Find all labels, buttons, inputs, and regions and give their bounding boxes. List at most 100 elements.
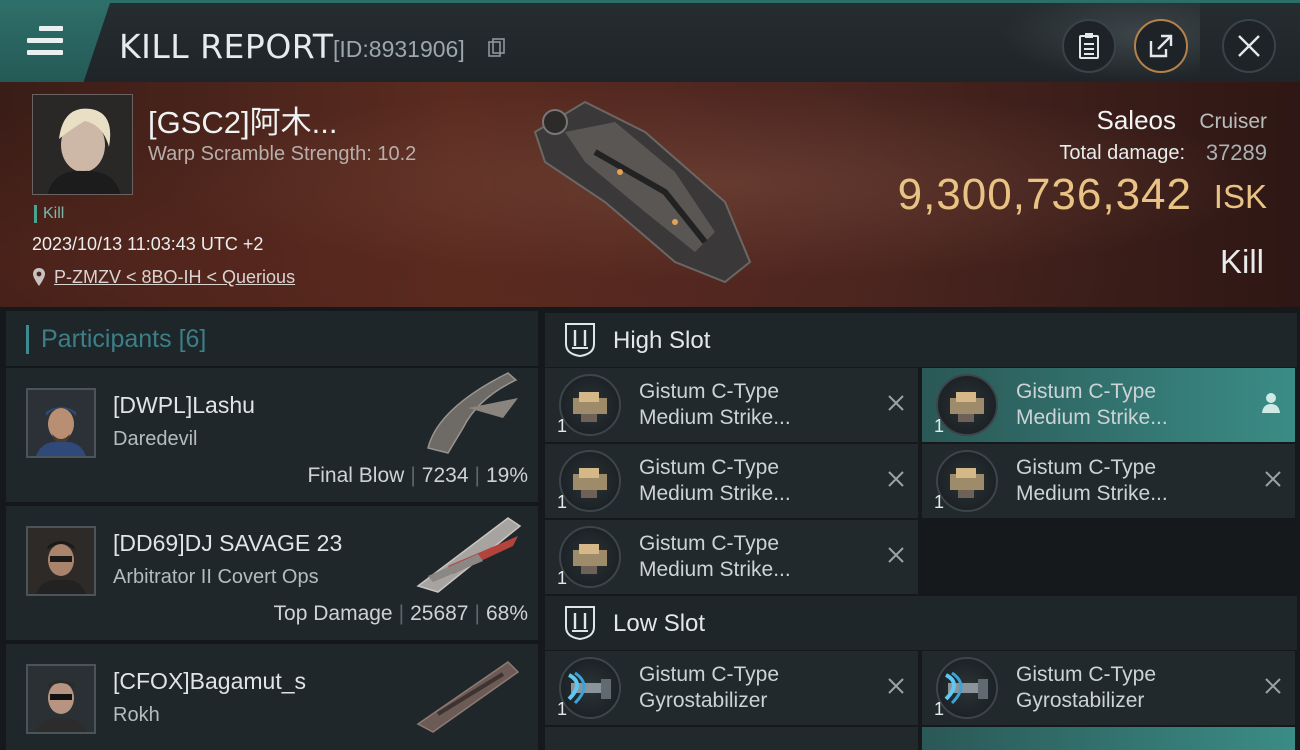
avatar-image: [33, 95, 132, 194]
participants-title: Participants [6]: [26, 325, 206, 354]
participant-ship-image: [416, 517, 522, 593]
avatar: ★: [26, 526, 96, 596]
participant-stats: Final Blow | 7234 | 19%: [307, 464, 528, 487]
module-item[interactable]: [545, 727, 918, 750]
module-name-line1: Gistum C-Type: [1016, 663, 1157, 686]
participants-panel: Participants [6] [DWPL]Lashu Daredevil F…: [6, 311, 538, 750]
participant-name: [DD69]DJ SAVAGE 23: [113, 530, 343, 556]
share-icon: [1149, 34, 1173, 58]
location-link[interactable]: P-ZMZV < 8BO-IH < Querious: [54, 267, 295, 288]
module-quantity: 1: [934, 492, 945, 512]
close-icon: [1238, 35, 1260, 57]
victim-name: [GSC2]阿木...: [148, 105, 338, 140]
module-name-line2: Gyrostabilizer: [1016, 689, 1145, 712]
share-button[interactable]: [1134, 19, 1188, 73]
destroyed-icon: [888, 395, 904, 411]
participant-ship: Daredevil: [113, 428, 198, 450]
module-name-line1: Gistum C-Type: [1016, 456, 1157, 479]
total-damage-value: 37289: [1205, 140, 1267, 165]
destroyed-icon: [1265, 678, 1281, 694]
module-icon: [936, 374, 998, 436]
total-damage-label: Total damage:: [1059, 142, 1185, 164]
destroyed-icon: [888, 678, 904, 694]
module-icon: [559, 450, 621, 512]
module-item[interactable]: 1 Gistum C-Type Medium Strike...: [545, 444, 918, 518]
menu-button[interactable]: [0, 3, 110, 82]
participant-name: [DWPL]Lashu: [113, 392, 255, 418]
module-quantity: 1: [934, 699, 945, 719]
fitting-panel: High Slot 1 Gistum C-Type Medium Strike.…: [545, 311, 1300, 750]
participant-ship: Rokh: [113, 704, 160, 726]
module-icon: [559, 657, 621, 719]
module-quantity: 1: [557, 416, 568, 436]
participant-ship: Arbitrator II Covert Ops: [113, 566, 319, 588]
module-item[interactable]: 1 Gistum C-Type Medium Strike...: [922, 444, 1295, 518]
clipboard-button[interactable]: [1062, 19, 1116, 73]
participant-stat-label: Top Damage: [273, 602, 393, 625]
location-pin-icon: [33, 268, 45, 286]
module-name-line1: Gistum C-Type: [639, 380, 780, 403]
copy-icon[interactable]: [488, 38, 506, 58]
victim-portrait[interactable]: [32, 94, 133, 195]
kill-tag: Kill: [34, 205, 64, 223]
module-item[interactable]: [922, 727, 1295, 750]
isk-unit: ISK: [1213, 178, 1267, 215]
participant-name: [CFOX]Bagamut_s: [113, 668, 307, 694]
participant-damage: 7234: [421, 464, 469, 487]
module-icon: [936, 657, 998, 719]
module-quantity: 1: [557, 699, 568, 719]
clipboard-icon: [1079, 33, 1099, 59]
module-item[interactable]: 1 Gistum C-Type Gyrostabilizer: [922, 651, 1295, 725]
module-item[interactable]: 1 Gistum C-Type Medium Strike...: [922, 368, 1295, 442]
participant-row[interactable]: ★ [DD69]DJ SAVAGE 23 Arbitrator II Cover…: [6, 506, 538, 640]
victim-stat: Warp Scramble Strength: 10.2: [148, 143, 417, 165]
destroyed-icon: [888, 547, 904, 563]
module-name-line1: Gistum C-Type: [1016, 380, 1157, 403]
destroyed-icon: [1265, 471, 1281, 487]
module-name-line2: Medium Strike...: [1016, 482, 1168, 505]
module-icon: [559, 526, 621, 588]
module-name-line2: Gyrostabilizer: [639, 689, 768, 712]
low-slot-header: Low Slot: [545, 596, 1297, 650]
high-slot-icon: [565, 323, 595, 358]
participant-percent: 68%: [485, 602, 528, 625]
participants-count: [6]: [178, 325, 207, 353]
close-button[interactable]: [1222, 19, 1276, 73]
participant-row[interactable]: ★ [CFOX]Bagamut_s Rokh: [6, 644, 538, 750]
isk-value: 9,300,736,342: [897, 170, 1192, 219]
module-name-line1: Gistum C-Type: [639, 532, 780, 555]
report-id: [ID:8931906]: [333, 36, 465, 62]
module-item[interactable]: 1 Gistum C-Type Gyrostabilizer: [545, 651, 918, 725]
star-badge-icon: ★: [94, 732, 96, 734]
participants-title-text: Participants: [41, 325, 172, 353]
participants-header: Participants [6]: [6, 311, 538, 366]
participant-ship-image: [416, 661, 520, 733]
module-item[interactable]: 1 Gistum C-Type Medium Strike...: [545, 520, 918, 594]
module-name-line2: Medium Strike...: [639, 558, 791, 581]
participant-damage: 25687: [410, 602, 469, 625]
result-label: Kill: [1219, 243, 1264, 280]
victim-ship-name: Saleos: [1096, 105, 1177, 135]
low-slot-title: Low Slot: [613, 610, 706, 637]
person-icon: [1262, 393, 1280, 413]
module-icon: [559, 374, 621, 436]
module-icon: [936, 450, 998, 512]
module-name-line2: Medium Strike...: [639, 406, 791, 429]
module-name-line1: Gistum C-Type: [639, 456, 780, 479]
low-slot-icon: [565, 606, 595, 641]
module-name-line1: Gistum C-Type: [639, 663, 780, 686]
module-name-line2: Medium Strike...: [1016, 406, 1168, 429]
avatar: ★: [26, 664, 96, 734]
high-slot-title: High Slot: [613, 327, 711, 354]
header-bar: KILL REPORT [ID:8931906]: [0, 0, 1300, 82]
star-badge-icon: ★: [94, 594, 96, 596]
participant-stats: Top Damage | 25687 | 68%: [273, 602, 528, 625]
victim-ship-class: Cruiser: [1199, 110, 1267, 133]
participant-percent: 19%: [485, 464, 528, 487]
participant-ship-image: [427, 372, 518, 454]
module-quantity: 1: [557, 492, 568, 512]
avatar: [26, 388, 96, 458]
module-item[interactable]: 1 Gistum C-Type Medium Strike...: [545, 368, 918, 442]
menu-icon: [27, 26, 63, 56]
participant-row[interactable]: [DWPL]Lashu Daredevil Final Blow | 7234 | 19…: [6, 368, 538, 502]
